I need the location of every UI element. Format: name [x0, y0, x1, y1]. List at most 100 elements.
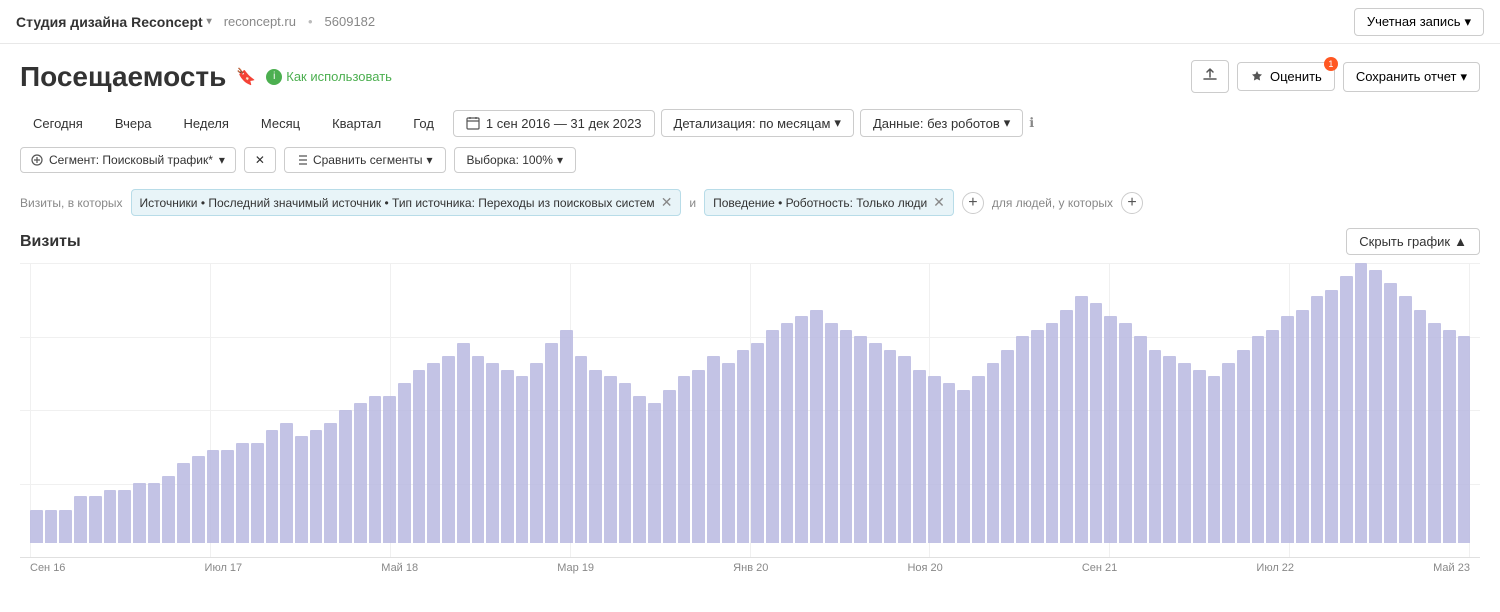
- account-button[interactable]: Учетная запись ▾: [1354, 8, 1484, 36]
- chart-bar: [1001, 350, 1014, 543]
- rate-button[interactable]: Оценить 1: [1237, 62, 1335, 91]
- chart-bar: [854, 336, 867, 543]
- condition-tag-2-remove-icon[interactable]: ✕: [933, 194, 945, 211]
- chart-bar: [1266, 330, 1279, 543]
- chart-bar: [457, 343, 470, 543]
- add-condition-button[interactable]: +: [962, 192, 984, 214]
- chart-bar: [1178, 363, 1191, 543]
- sample-label: Выборка: 100%: [467, 153, 553, 167]
- add-people-condition-button[interactable]: +: [1121, 192, 1143, 214]
- condition-tag-2[interactable]: Поведение • Роботность: Только люди ✕: [704, 189, 954, 216]
- chart-bar: [545, 343, 558, 543]
- account-chevron-icon: ▾: [1464, 14, 1471, 30]
- chart-bar: [45, 510, 58, 543]
- save-report-button[interactable]: Сохранить отчет ▾: [1343, 62, 1480, 92]
- data-select-button[interactable]: Данные: без роботов ▾: [860, 109, 1023, 137]
- chart-bar: [957, 390, 970, 543]
- chart-bar: [1031, 330, 1044, 543]
- chart-bar: [74, 496, 87, 543]
- bookmark-icon[interactable]: 🔖: [236, 67, 256, 87]
- hide-chart-label: Скрыть график: [1359, 234, 1450, 249]
- chart-bar: [310, 430, 323, 543]
- chart-bar: [1252, 336, 1265, 543]
- chart-bar: [1149, 350, 1162, 543]
- x-axis-label: Янв 20: [733, 562, 768, 574]
- chart-section: Визиты Скрыть график ▲ Сен 16Июл 17Май 1…: [20, 228, 1480, 578]
- chart-bar: [354, 403, 367, 543]
- remove-segment-button[interactable]: ✕: [244, 147, 276, 173]
- chart-bar: [1369, 270, 1382, 543]
- segment-label: Сегмент: Поисковый трафик*: [49, 153, 213, 167]
- chart-bar: [869, 343, 882, 543]
- detail-chevron-icon: ▾: [834, 115, 841, 131]
- x-axis-label: Май 18: [381, 562, 418, 574]
- detail-label: Детализация: по месяцам: [674, 116, 831, 131]
- how-to-use-link[interactable]: i Как использовать: [266, 69, 392, 85]
- chart-bar: [1325, 290, 1338, 543]
- segment-tag[interactable]: Сегмент: Поисковый трафик* ▾: [20, 147, 236, 173]
- chart-bar: [221, 450, 234, 543]
- detail-select-button[interactable]: Детализация: по месяцам ▾: [661, 109, 854, 137]
- data-label: Данные: без роботов: [873, 116, 1000, 131]
- date-range-button[interactable]: 1 сен 2016 — 31 дек 2023: [453, 110, 655, 137]
- x-axis-label: Ноя 20: [907, 562, 942, 574]
- how-to-use-label: Как использовать: [286, 69, 392, 84]
- chart-header: Визиты Скрыть график ▲: [20, 228, 1480, 255]
- brand-name[interactable]: Студия дизайна Reconcept ▾: [16, 14, 212, 30]
- x-axis: Сен 16Июл 17Май 18Мар 19Янв 20Ноя 20Сен …: [20, 558, 1480, 578]
- chart-bar: [472, 356, 485, 543]
- chart-bars: [20, 263, 1480, 543]
- chart-bar: [1104, 316, 1117, 543]
- chart-bar: [913, 370, 926, 543]
- chart-bar: [266, 430, 279, 543]
- chart-bar: [633, 396, 646, 543]
- condition-tag-2-label: Поведение • Роботность: Только люди: [713, 196, 927, 210]
- chart-bar: [1134, 336, 1147, 543]
- condition-tag-1-remove-icon[interactable]: ✕: [661, 194, 673, 211]
- chart-bar: [560, 330, 573, 543]
- x-axis-label: Сен 21: [1082, 562, 1117, 574]
- chart-bar: [280, 423, 293, 543]
- hide-chart-chevron-icon: ▲: [1454, 234, 1467, 249]
- chart-bar: [398, 383, 411, 543]
- period-month-button[interactable]: Месяц: [248, 110, 313, 137]
- chart-bar: [884, 350, 897, 543]
- export-button[interactable]: [1191, 60, 1229, 93]
- chart-bar: [1311, 296, 1324, 543]
- for-people-label: для людей, у которых: [992, 196, 1113, 210]
- compare-segments-button[interactable]: Сравнить сегменты ▾: [284, 147, 446, 173]
- chart-bar: [133, 483, 146, 543]
- chart-bar: [1237, 350, 1250, 543]
- period-year-button[interactable]: Год: [400, 110, 447, 137]
- chart-bar: [251, 443, 264, 543]
- chart-bar: [413, 370, 426, 543]
- visits-label: Визиты, в которых: [20, 196, 123, 210]
- top-bar: Студия дизайна Reconcept ▾ reconcept.ru …: [0, 0, 1500, 44]
- condition-tag-1-label: Источники • Последний значимый источник …: [140, 196, 655, 210]
- chart-bar: [840, 330, 853, 543]
- chart-bar: [589, 370, 602, 543]
- info-icon: i: [266, 69, 282, 85]
- chart-bar: [604, 376, 617, 543]
- chart-bar: [648, 403, 661, 543]
- chart-bar: [943, 383, 956, 543]
- period-yesterday-button[interactable]: Вчера: [102, 110, 165, 137]
- chart-bar: [619, 383, 632, 543]
- filter-row-1: Сегодня Вчера Неделя Месяц Квартал Год 1…: [20, 109, 1480, 137]
- chart-bar: [236, 443, 249, 543]
- chart-title: Визиты: [20, 233, 81, 251]
- chart-bar: [427, 363, 440, 543]
- data-info-icon: ℹ: [1029, 115, 1034, 131]
- condition-tag-1[interactable]: Источники • Последний значимый источник …: [131, 189, 682, 216]
- sample-button[interactable]: Выборка: 100% ▾: [454, 147, 576, 173]
- period-week-button[interactable]: Неделя: [171, 110, 242, 137]
- chart-bar: [207, 450, 220, 543]
- period-quarter-button[interactable]: Квартал: [319, 110, 394, 137]
- rate-badge: 1: [1324, 57, 1338, 71]
- period-today-button[interactable]: Сегодня: [20, 110, 96, 137]
- chart-bar: [928, 376, 941, 543]
- chart-bar: [810, 310, 823, 543]
- chart-bar: [339, 410, 352, 543]
- site-id: 5609182: [325, 14, 376, 29]
- hide-chart-button[interactable]: Скрыть график ▲: [1346, 228, 1480, 255]
